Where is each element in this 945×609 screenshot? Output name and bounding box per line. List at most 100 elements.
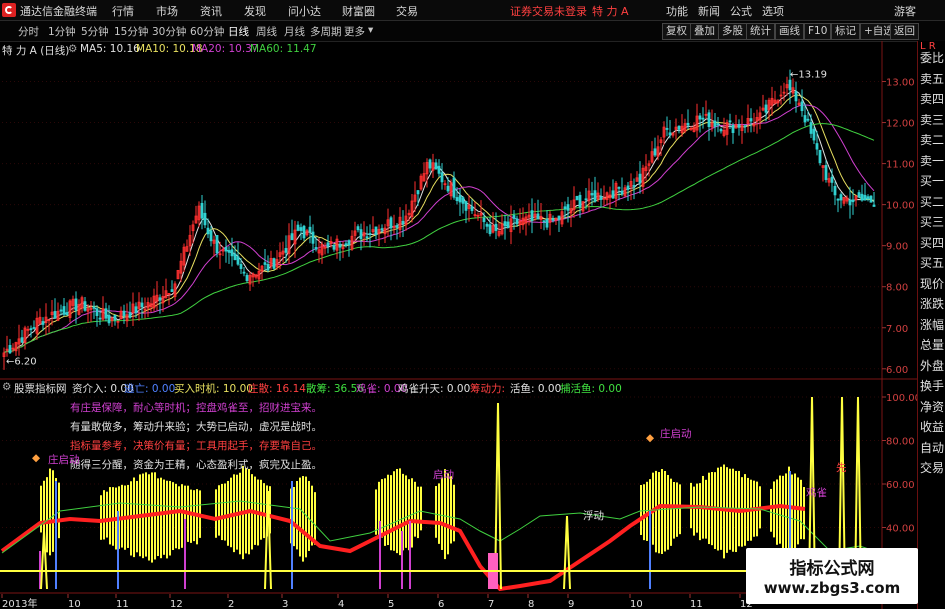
chevron-down-icon[interactable]: ▾ [368, 24, 373, 36]
yellow-bar [679, 484, 681, 535]
login-notice[interactable]: 证券交易未登录 [510, 3, 587, 19]
side-item-5[interactable]: 卖一 [920, 152, 944, 169]
side-item-20[interactable]: 交易 [920, 459, 944, 476]
price-tick-label: 7.00 [886, 324, 908, 335]
overlay-button[interactable]: 叠加 [690, 23, 719, 40]
period-monthly[interactable]: 月线 [284, 24, 305, 39]
period-daily[interactable]: 日线 [228, 24, 249, 39]
candle-body [530, 210, 534, 221]
stats-button[interactable]: 统计 [746, 23, 775, 40]
side-item-7[interactable]: 买二 [920, 193, 944, 210]
note-line-2: 有量敢做多，筹动升来验；大势已启动，虚况是战时。 [70, 421, 322, 433]
menu-gongneng[interactable]: 功能 [666, 3, 688, 19]
side-item-0[interactable]: 委比 [920, 49, 944, 66]
yellow-bar [640, 484, 642, 535]
menu-faxian[interactable]: 发现 [244, 3, 266, 19]
side-item-13[interactable]: 涨幅 [920, 316, 944, 333]
side-item-9[interactable]: 买四 [920, 234, 944, 251]
yellow-bar [441, 477, 443, 550]
candle-body [134, 306, 138, 314]
period-5min[interactable]: 5分钟 [81, 24, 109, 39]
candle-body [665, 128, 669, 130]
candle-body [503, 221, 507, 227]
period-30min[interactable]: 30分钟 [152, 24, 186, 39]
menu-wenxiaoda[interactable]: 问小达 [288, 3, 321, 19]
side-item-18[interactable]: 收益 [920, 418, 944, 435]
yellow-bar [643, 484, 645, 541]
candle-body [95, 308, 99, 316]
side-item-1[interactable]: 卖五 [920, 70, 944, 87]
candle-body [701, 117, 705, 120]
mark-button[interactable]: 标记 [831, 23, 860, 40]
date-label: 4 [338, 599, 344, 609]
side-item-16[interactable]: 换手 [920, 377, 944, 394]
yellow-bar [160, 477, 162, 559]
side-item-15[interactable]: 外盘 [920, 357, 944, 374]
side-item-3[interactable]: 卖三 [920, 111, 944, 128]
candle-body [374, 226, 378, 235]
candle-body [506, 221, 510, 228]
period-15min[interactable]: 15分钟 [114, 24, 148, 39]
watermark-url: www.zbgs3.com [763, 579, 901, 597]
period-more[interactable]: 更多 [344, 24, 365, 39]
price-tick-label: 9.00 [886, 242, 908, 253]
indicator-name[interactable]: 股票指标网 [14, 381, 67, 396]
side-item-12[interactable]: 涨跌 [920, 295, 944, 312]
side-item-4[interactable]: 卖二 [920, 131, 944, 148]
menu-hangqing[interactable]: 行情 [112, 3, 134, 19]
candle-body [515, 218, 519, 225]
diamond-marker-icon: ◆ [646, 432, 655, 444]
menu-shichang[interactable]: 市场 [156, 3, 178, 19]
candle-body [401, 220, 405, 225]
date-label: 12 [170, 599, 183, 609]
menu-xinwen[interactable]: 新闻 [698, 3, 720, 19]
candle-body [356, 226, 360, 231]
draw-line-button[interactable]: 画线 [775, 23, 804, 40]
side-item-10[interactable]: 买五 [920, 254, 944, 271]
fuquan-button[interactable]: 复权 [662, 23, 691, 40]
period-1min[interactable]: 1分钟 [48, 24, 76, 39]
side-item-2[interactable]: 卖四 [920, 90, 944, 107]
candle-body [542, 220, 546, 223]
candle-body [8, 345, 12, 354]
candle-body [749, 118, 753, 122]
side-item-11[interactable]: 现价 [920, 275, 944, 292]
candle-body [215, 234, 219, 254]
menu-zixun[interactable]: 资讯 [200, 3, 222, 19]
back-button[interactable]: 返回 [890, 23, 919, 40]
period-weekly[interactable]: 周线 [256, 24, 277, 39]
candle-body [866, 196, 870, 200]
period-multi[interactable]: 多周期 [310, 24, 342, 39]
side-item-17[interactable]: 净资 [920, 398, 944, 415]
period-fenshi[interactable]: 分时 [18, 24, 39, 39]
user-label[interactable]: 游客 [894, 3, 916, 19]
multi-stock-button[interactable]: 多股 [718, 23, 747, 40]
candle-body [566, 204, 570, 211]
period-60min[interactable]: 60分钟 [190, 24, 224, 39]
indicator-gear-icon[interactable]: ⚙ [2, 381, 11, 393]
yellow-bar [230, 477, 232, 548]
candle-body [107, 314, 111, 324]
yellow-bar [393, 471, 395, 551]
candle-body [104, 308, 108, 319]
menu-gongshi[interactable]: 公式 [730, 3, 752, 19]
yellow-bar [381, 479, 383, 538]
side-item-14[interactable]: 总量 [920, 336, 944, 353]
candle-body [677, 125, 681, 130]
menu-jiaoyi[interactable]: 交易 [396, 3, 418, 19]
candle-body [584, 198, 588, 201]
side-item-19[interactable]: 自动 [920, 439, 944, 456]
yellow-bar [444, 469, 446, 560]
side-item-8[interactable]: 买三 [920, 213, 944, 230]
note-line-1: 有庄是保障，耐心等时机；控盘鸡雀至，招财进宝来。 [70, 402, 322, 414]
candle-body [818, 149, 822, 164]
yellow-bar [699, 483, 701, 541]
side-item-6[interactable]: 买一 [920, 172, 944, 189]
yellow-bar [414, 481, 416, 537]
ind-tick-label: 80.00 [886, 437, 915, 448]
yellow-bar [308, 480, 310, 551]
kline-chart[interactable]: 13.00 12.00 11.00 10.00 9.00 8.00 7.00 6.00 ←13.… [0, 41, 917, 609]
f10-button[interactable]: F10 [804, 23, 832, 40]
menu-caifuquan[interactable]: 财富圈 [342, 3, 375, 19]
menu-xuanxiang[interactable]: 选项 [762, 3, 784, 19]
